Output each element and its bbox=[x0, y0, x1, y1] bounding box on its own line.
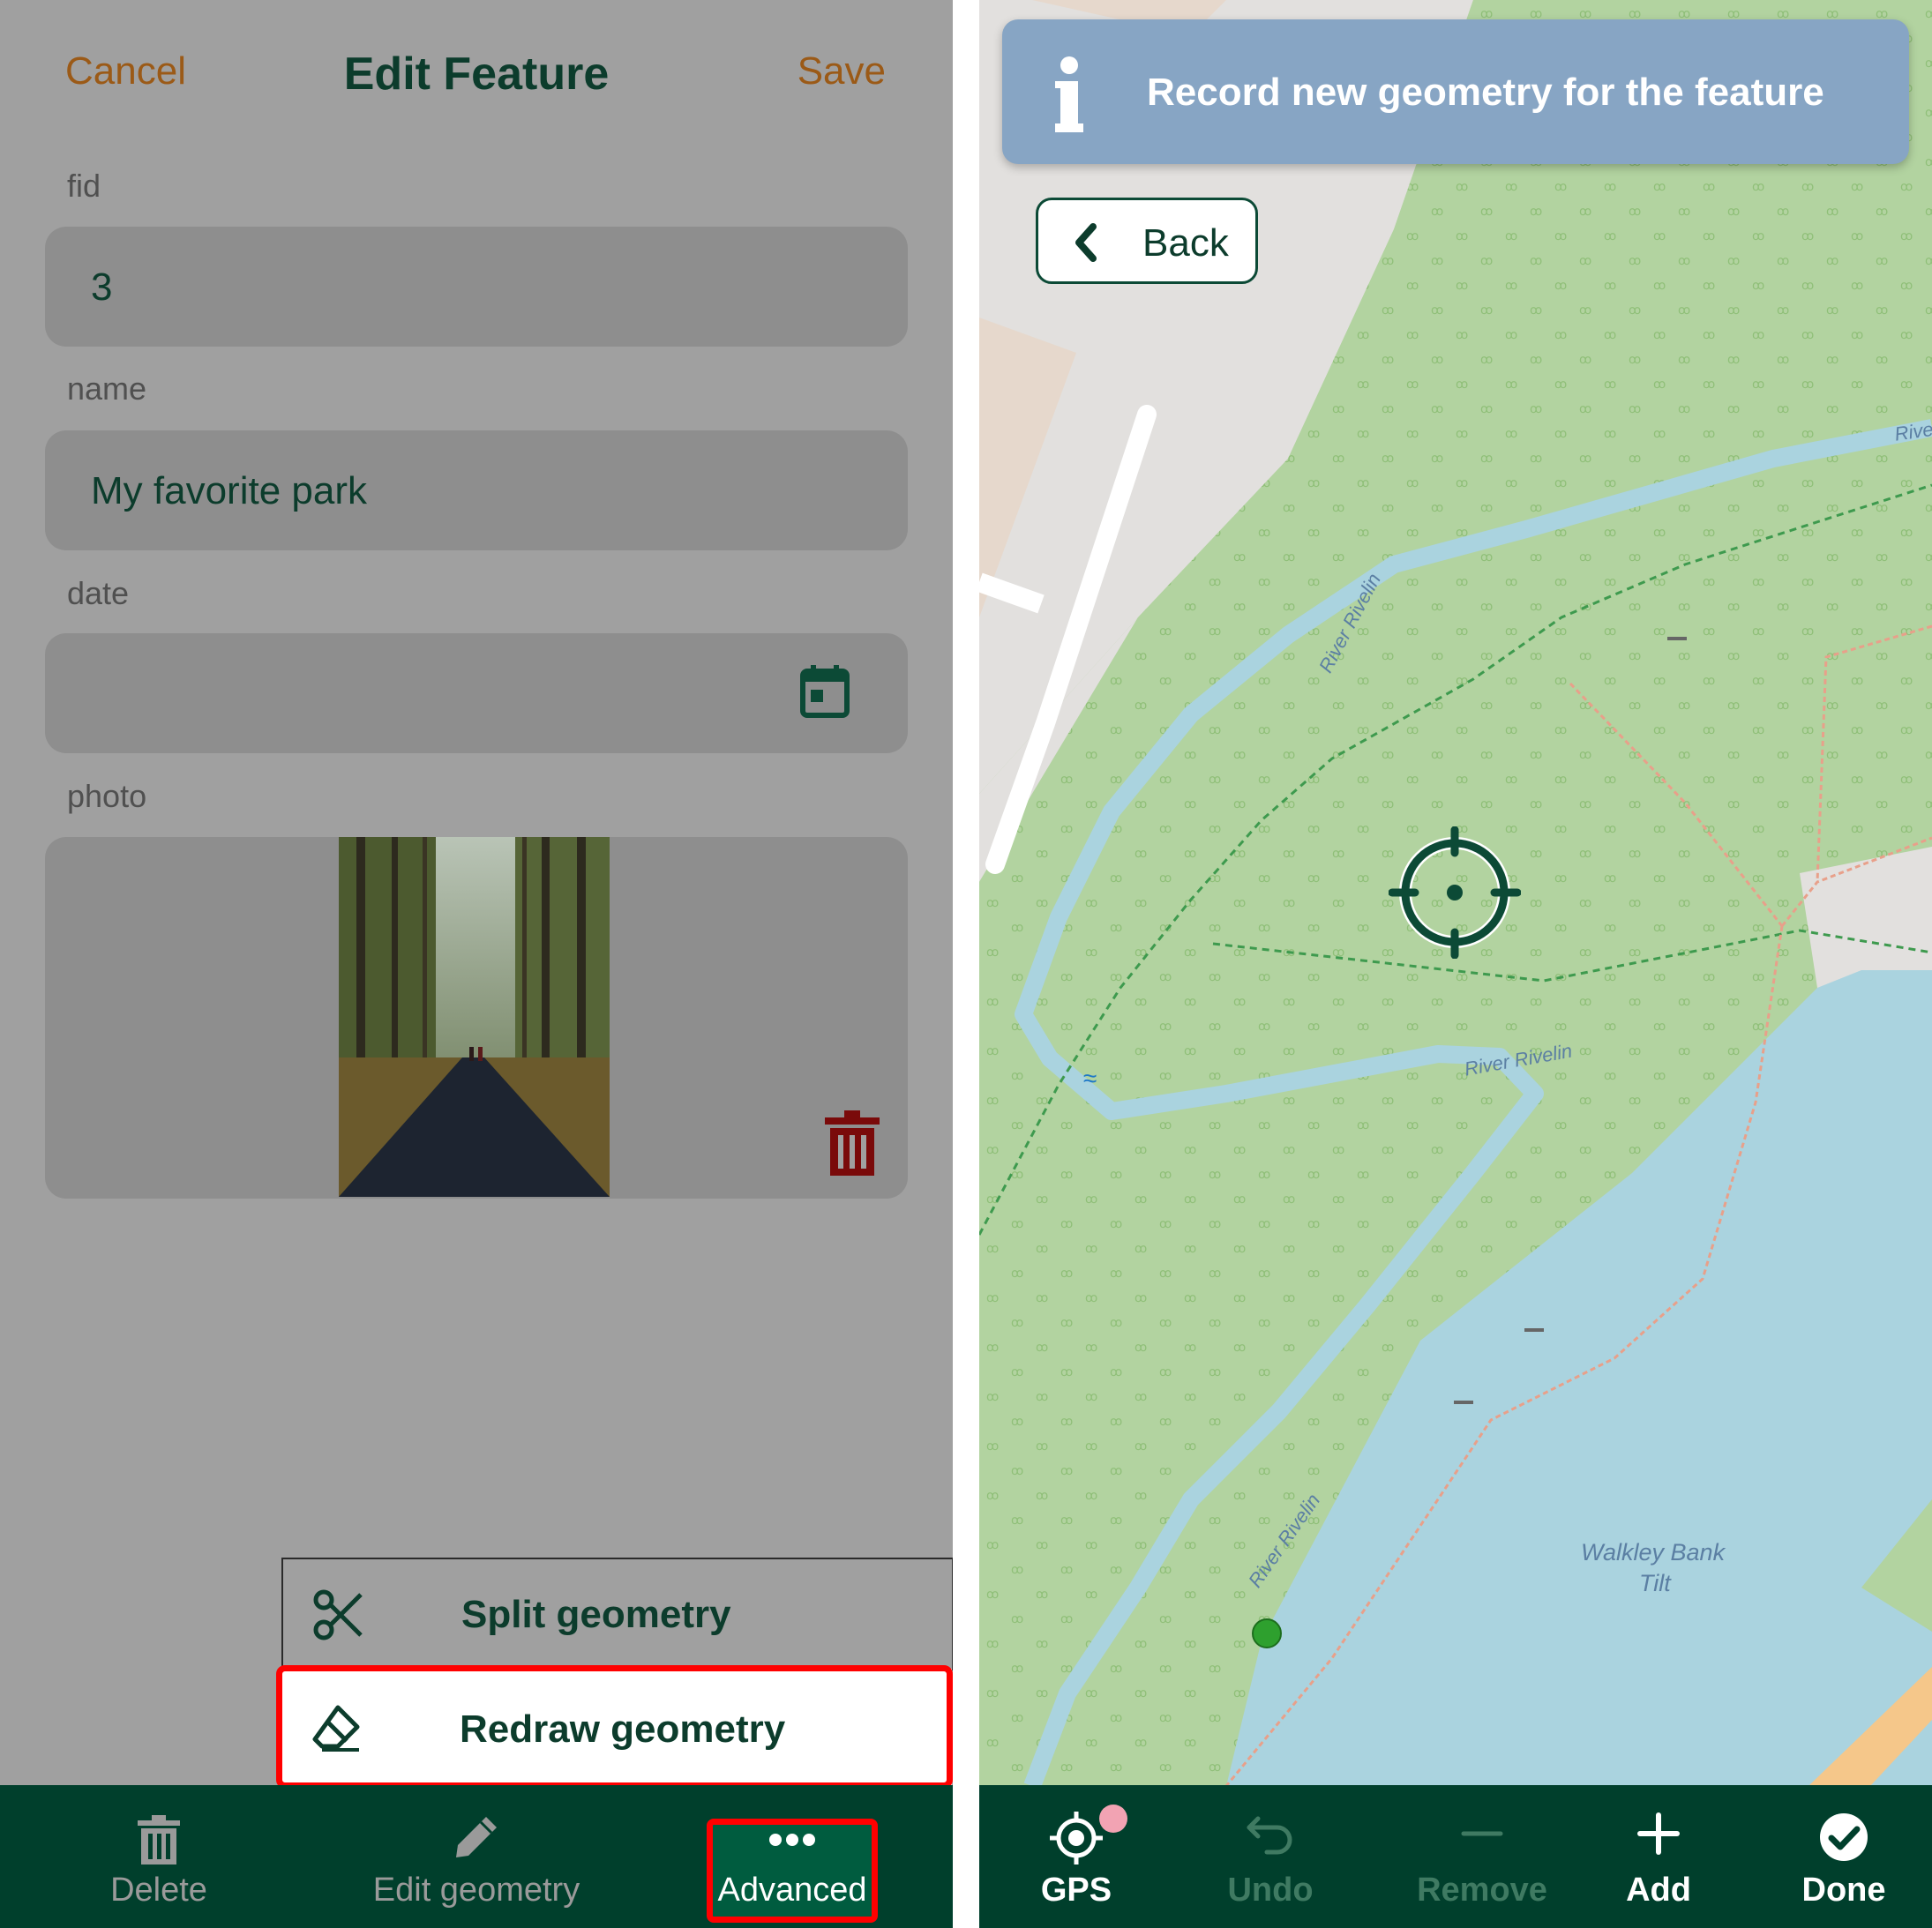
add-button[interactable]: Add bbox=[1588, 1785, 1729, 1928]
banner-text: Record new geometry for the feature bbox=[1147, 71, 1824, 114]
field-label-photo: photo bbox=[67, 778, 147, 814]
date-field[interactable] bbox=[45, 633, 908, 753]
pencil-icon bbox=[456, 1817, 497, 1857]
calendar-icon[interactable] bbox=[800, 665, 850, 718]
undo-icon bbox=[1247, 1816, 1292, 1855]
trash-icon bbox=[138, 1815, 180, 1864]
map-toolbar: GPS Undo Remove Add Done bbox=[979, 1785, 1932, 1928]
weir-icon: ≈ bbox=[1083, 1065, 1097, 1092]
field-label-fid: fid bbox=[67, 168, 101, 204]
gps-status-dot bbox=[1099, 1805, 1127, 1833]
plus-icon bbox=[1637, 1812, 1680, 1855]
gps-icon bbox=[1050, 1812, 1103, 1864]
minus-icon bbox=[1461, 1831, 1503, 1836]
undo-button[interactable]: Undo bbox=[1191, 1785, 1350, 1928]
delete-photo-icon[interactable] bbox=[825, 1110, 880, 1176]
back-label: Back bbox=[1142, 221, 1229, 265]
undo-label: Undo bbox=[1227, 1872, 1314, 1909]
gps-label: GPS bbox=[1040, 1872, 1112, 1909]
advanced-label: Advanced bbox=[717, 1872, 867, 1909]
edit-feature-screen: Cancel Edit Feature Save fid 3 name My f… bbox=[0, 0, 953, 1928]
reservoir-label-line2: Tilt bbox=[1639, 1570, 1671, 1596]
map-screen: ꝏ ꝏ ≈ bbox=[979, 0, 1932, 1928]
fid-field[interactable]: 3 bbox=[45, 227, 908, 347]
name-value: My favorite park bbox=[91, 469, 367, 512]
edit-geometry-button[interactable]: Edit geometry bbox=[344, 1785, 609, 1928]
remove-button[interactable]: Remove bbox=[1376, 1785, 1588, 1928]
check-circle-icon bbox=[1820, 1813, 1868, 1861]
more-dots-icon bbox=[769, 1834, 815, 1846]
name-field[interactable]: My favorite park bbox=[45, 430, 908, 550]
photo-thumbnail[interactable] bbox=[339, 837, 610, 1197]
redraw-highlight-box bbox=[276, 1665, 953, 1789]
river-label: Rive bbox=[1893, 417, 1932, 445]
edit-geometry-label: Edit geometry bbox=[372, 1872, 580, 1909]
info-icon bbox=[1055, 56, 1083, 132]
reservoir-label-line1: Walkley Bank bbox=[1581, 1539, 1726, 1566]
map-canvas[interactable]: ꝏ ꝏ ≈ bbox=[979, 0, 1932, 1928]
crosshair-icon bbox=[1389, 826, 1521, 959]
split-geometry-label: Split geometry bbox=[461, 1593, 731, 1636]
done-button[interactable]: Done bbox=[1773, 1785, 1914, 1928]
scissors-icon bbox=[313, 1589, 363, 1640]
delete-label: Delete bbox=[110, 1872, 207, 1909]
split-geometry-item[interactable]: Split geometry bbox=[281, 1558, 953, 1670]
delete-button[interactable]: Delete bbox=[71, 1785, 247, 1928]
back-button[interactable]: Back bbox=[1036, 198, 1258, 284]
field-label-name: name bbox=[67, 370, 147, 407]
info-banner: Record new geometry for the feature bbox=[1002, 19, 1909, 164]
photo-field[interactable] bbox=[45, 837, 908, 1199]
form-toolbar: Delete Edit geometry Advanced bbox=[0, 1785, 953, 1928]
remove-label: Remove bbox=[1417, 1872, 1547, 1909]
save-button[interactable]: Save bbox=[798, 49, 886, 93]
done-label: Done bbox=[1801, 1872, 1886, 1909]
fid-value: 3 bbox=[91, 265, 113, 309]
gps-button[interactable]: GPS bbox=[997, 1785, 1156, 1928]
field-label-date: date bbox=[67, 575, 130, 611]
location-point bbox=[1252, 1618, 1282, 1648]
add-label: Add bbox=[1626, 1872, 1691, 1909]
chevron-left-icon bbox=[1075, 223, 1097, 262]
advanced-button[interactable]: Advanced bbox=[707, 1785, 878, 1928]
panel-divider bbox=[953, 0, 979, 1928]
